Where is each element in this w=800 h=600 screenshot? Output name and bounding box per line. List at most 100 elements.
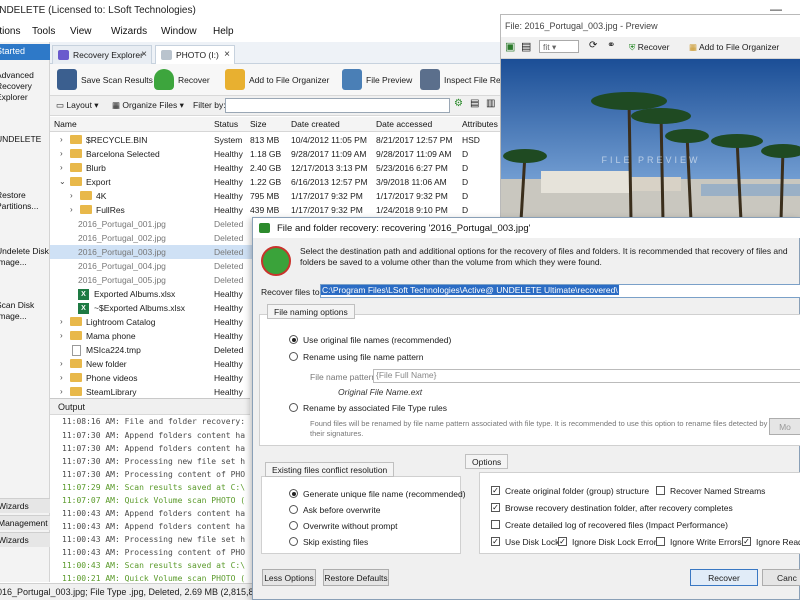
overwrite-radio[interactable] (289, 521, 298, 530)
view-details-icon[interactable]: ▤ (470, 98, 479, 109)
expand-chevron-icon[interactable]: › (70, 205, 73, 214)
sidebar-item-undelete-disk-image[interactable]: Undelete Disk Image... (0, 246, 50, 268)
link-icon[interactable]: ⚭ (607, 40, 615, 51)
menu-view[interactable]: View (70, 26, 92, 37)
menu-bar: Options Tools View Wizards Window Help (0, 22, 500, 42)
ribbon-toolbar: Save Scan Results Recover Add to File Or… (50, 64, 505, 96)
column-date-accessed[interactable]: Date accessed (376, 119, 432, 129)
sidebar-item-scan-disk-image[interactable]: Scan Disk Image... (0, 300, 50, 322)
recover-button[interactable]: Recover (152, 69, 210, 91)
skip-existing-radio[interactable] (289, 537, 298, 546)
table-row[interactable]: › Barcelona Selected Healthy 1.18 GB 9/2… (50, 147, 500, 161)
expand-chevron-icon[interactable]: › (60, 359, 63, 368)
menu-options[interactable]: Options (0, 26, 20, 37)
close-icon[interactable]: × (224, 49, 230, 60)
sidebar-section-management[interactable]: Management (0, 515, 50, 530)
rotate-icon[interactable]: ⟳ (589, 40, 597, 51)
use-original-names-radio[interactable] (289, 335, 298, 344)
table-row[interactable]: › FullRes Healthy 439 MB 1/17/2017 9:32 … (50, 203, 500, 217)
table-row[interactable]: › $RECYCLE.BIN System 813 MB 10/4/2012 1… (50, 133, 500, 147)
sidebar-section-wizards-2[interactable]: Wizards (0, 532, 50, 547)
organize-files-dropdown[interactable]: ▦ Organize Files ▾ (112, 100, 184, 111)
close-icon[interactable]: × (141, 49, 147, 60)
filter-input[interactable] (225, 98, 450, 113)
text-view-icon[interactable]: ▤ (521, 40, 531, 53)
add-to-file-organizer-button[interactable]: Add to File Organizer (223, 69, 329, 91)
expand-chevron-icon[interactable]: › (70, 191, 73, 200)
recover-to-label: Recover files to: (261, 287, 322, 297)
table-row[interactable]: ⌄ Export Healthy 1.22 GB 6/16/2013 12:57… (50, 175, 500, 189)
rename-file-type-radio[interactable] (289, 403, 298, 412)
folder-icon (70, 149, 82, 158)
column-attributes[interactable]: Attributes (462, 119, 498, 129)
sidebar-item-advanced-recovery[interactable]: Advanced Recovery Explorer (0, 70, 50, 103)
recover-button[interactable]: Recover (690, 569, 758, 586)
rename-pattern-radio[interactable] (289, 352, 298, 361)
inspect-file-records-button[interactable]: Inspect File Rec (418, 69, 505, 91)
menu-wizards[interactable]: Wizards (111, 26, 147, 37)
file-preview-button[interactable]: File Preview (340, 69, 412, 91)
tab-bar: Recovery Explorer × PHOTO (I:) × (50, 42, 500, 64)
ignore-write-errors-checkbox[interactable] (656, 537, 665, 546)
recovery-dialog: File and folder recovery: recovering '20… (252, 217, 800, 600)
sidebar-section-wizards[interactable]: Wizards (0, 498, 50, 513)
column-name[interactable]: Name (54, 119, 77, 129)
tab-photo-drive[interactable]: PHOTO (I:) × (155, 45, 235, 64)
recover-streams-checkbox[interactable] (656, 486, 665, 495)
detailed-log-checkbox[interactable] (491, 520, 500, 529)
file-naming-tab[interactable]: File naming options (267, 304, 355, 319)
menu-window[interactable]: Window (161, 26, 197, 37)
file-icon (72, 345, 81, 356)
sidebar-item-restore-partitions[interactable]: Restore Partitions... (0, 190, 50, 212)
drive-icon (161, 50, 172, 60)
preview-add-organizer-button[interactable]: ▦ Add to File Organizer (689, 42, 779, 53)
table-row[interactable]: › Blurb Healthy 2.40 GB 12/17/2013 3:13 … (50, 161, 500, 175)
output-title: Output (50, 399, 250, 415)
collapse-chevron-icon[interactable]: ⌄ (59, 177, 66, 186)
options-tab[interactable]: Options (465, 454, 509, 469)
expand-chevron-icon[interactable]: › (60, 373, 63, 382)
conflict-tab[interactable]: Existing files conflict resolution (265, 462, 395, 477)
browse-folder-checkbox[interactable]: ✓ (491, 503, 500, 512)
preview-title: File: 2016_Portugal_003.jpg - Preview (501, 15, 800, 37)
disk-lock-checkbox[interactable]: ✓ (491, 537, 500, 546)
sidebar-item-undelete[interactable]: UNDELETE (0, 134, 50, 145)
expand-chevron-icon[interactable]: › (60, 135, 63, 144)
ignore-lock-errors-checkbox[interactable]: ✓ (558, 537, 567, 546)
expand-chevron-icon[interactable]: › (60, 317, 63, 326)
preview-recover-button[interactable]: ⛨ Recover (629, 42, 669, 53)
menu-help[interactable]: Help (213, 26, 234, 37)
log-line: 11:07:29 AM: Scan results saved at C:\ (62, 483, 246, 492)
restore-defaults-button[interactable]: Restore Defaults (323, 569, 389, 586)
expand-chevron-icon[interactable]: › (60, 149, 63, 158)
table-row[interactable]: › 4K Healthy 795 MB 1/17/2017 9:32 PM 1/… (50, 189, 500, 203)
log-line: 11:00:43 AM: Append folders content ha (62, 522, 246, 531)
expand-chevron-icon[interactable]: › (60, 331, 63, 340)
apply-filter-icon[interactable]: ⚙ (454, 98, 463, 109)
file-name-pattern-input[interactable]: {File Full Name} (373, 369, 800, 383)
ignore-read-errors-checkbox[interactable]: ✓ (742, 537, 751, 546)
filter-label: Filter by: (193, 100, 226, 110)
column-size[interactable]: Size (250, 119, 267, 129)
generate-unique-radio[interactable] (289, 489, 298, 498)
tab-recovery-explorer[interactable]: Recovery Explorer × (52, 45, 152, 64)
log-line: 11:07:30 AM: Processing content of PHO (62, 470, 246, 479)
column-date-created[interactable]: Date created (291, 119, 340, 129)
menu-tools[interactable]: Tools (32, 26, 55, 37)
zoom-select[interactable]: fit ▾ (539, 40, 579, 53)
inspect-icon (420, 69, 440, 90)
recover-to-input[interactable]: C:\Program Files\LSoft Technologies\Acti… (320, 284, 800, 298)
expand-chevron-icon[interactable]: › (60, 387, 63, 396)
column-status[interactable]: Status (214, 119, 238, 129)
save-scan-results-button[interactable]: Save Scan Results (55, 69, 153, 91)
cancel-button[interactable]: Canc (762, 569, 800, 586)
more-button[interactable]: Mo (769, 418, 800, 435)
layout-dropdown[interactable]: ▭ Layout ▾ (56, 100, 99, 111)
ask-overwrite-radio[interactable] (289, 505, 298, 514)
create-folder-checkbox[interactable]: ✓ (491, 486, 500, 495)
view-list-icon[interactable]: ▥ (486, 98, 495, 109)
less-options-button[interactable]: Less Options (262, 569, 316, 586)
expand-chevron-icon[interactable]: › (60, 163, 63, 172)
sidebar-item-started[interactable]: Started (0, 44, 50, 60)
image-view-icon[interactable]: ▣ (505, 40, 515, 53)
